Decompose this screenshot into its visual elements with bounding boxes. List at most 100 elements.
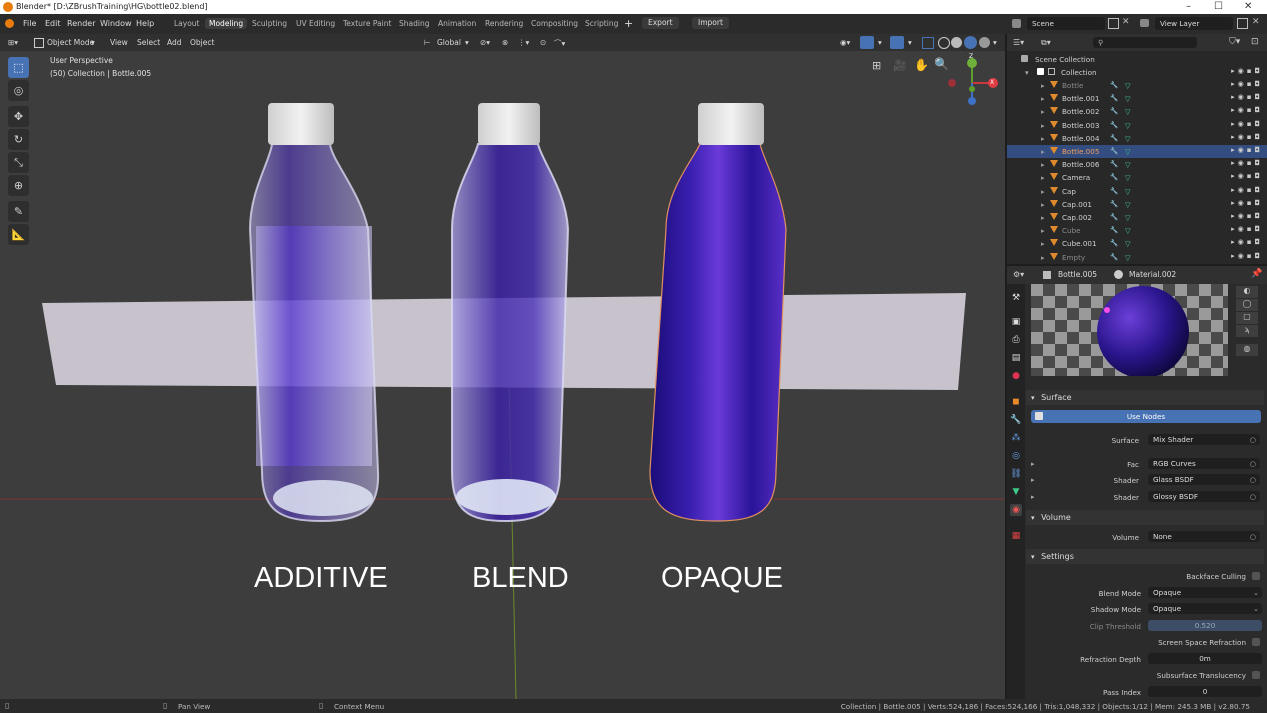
tab-tool-icon[interactable]: ⚒	[1010, 292, 1022, 304]
modifier-icon[interactable]: 🔧	[1110, 213, 1118, 221]
tab-modifier-icon[interactable]: 🔧	[1010, 414, 1022, 426]
outliner-item[interactable]: ▸ Bottle.001 🔧 ▽ ▸◉▪◘	[1007, 92, 1267, 105]
visibility-toggle-icons[interactable]: ▸◉▪◘	[1231, 120, 1263, 128]
tab-particles-icon[interactable]: ⁂	[1010, 432, 1022, 444]
modifier-icon[interactable]: 🔧	[1110, 121, 1118, 129]
tab-physics-icon[interactable]: ◎	[1010, 450, 1022, 462]
mesh-data-icon[interactable]: ▽	[1125, 173, 1131, 182]
expand-item-icon[interactable]: ▸	[1041, 239, 1045, 248]
menu-window[interactable]: Window	[100, 19, 132, 28]
visibility-toggle-icons[interactable]: ▸◉▪◘	[1231, 159, 1263, 167]
display-mode-icon[interactable]: ⧉▾	[1041, 38, 1051, 48]
mode-select[interactable]: Object Mode	[47, 38, 94, 47]
mesh-data-icon[interactable]: ▽	[1125, 107, 1131, 116]
shading-dropdown-icon[interactable]: ▾	[993, 38, 997, 47]
xray-icon[interactable]	[922, 37, 934, 49]
3d-viewport[interactable]: ⬚ ◎ ✥ ↻ ⤡ ⊕ ✎ 📐 User Perspective (50) Co…	[0, 51, 1005, 699]
cursor-tool[interactable]: ◎	[8, 80, 29, 101]
tab-object-icon[interactable]: ◼	[1010, 396, 1022, 408]
menu-add[interactable]: Add	[167, 38, 182, 47]
expand-item-icon[interactable]: ▸	[1041, 147, 1045, 156]
menu-view[interactable]: View	[110, 38, 128, 47]
tab-scripting[interactable]: Scripting	[581, 18, 622, 29]
surface-shader-field[interactable]: Mix Shader ○	[1148, 434, 1260, 445]
tab-texture-paint[interactable]: Texture Paint	[339, 18, 395, 29]
scale-tool[interactable]: ⤡	[8, 152, 29, 173]
outliner-search-input[interactable]: ⚲	[1093, 37, 1197, 48]
outliner-item[interactable]: ▸ Cap.001 🔧 ▽ ▸◉▪◘	[1007, 198, 1267, 211]
visibility-toggle-icons[interactable]: ▸◉▪◘	[1231, 146, 1263, 154]
expand-item-icon[interactable]: ▸	[1041, 173, 1045, 182]
tab-constraints-icon[interactable]: ⛓	[1010, 468, 1022, 480]
wireframe-shading-icon[interactable]	[938, 37, 950, 49]
expand-item-icon[interactable]: ▸	[1041, 134, 1045, 143]
tab-rendering[interactable]: Rendering	[481, 18, 527, 29]
delete-view-layer-icon[interactable]: ✕	[1252, 17, 1260, 27]
menu-object[interactable]: Object	[190, 38, 214, 47]
mesh-data-icon[interactable]: ▽	[1125, 253, 1131, 262]
outliner-item[interactable]: ▸ Cap 🔧 ▽ ▸◉▪◘	[1007, 185, 1267, 198]
ssr-checkbox[interactable]	[1252, 638, 1260, 646]
tab-object-data-icon[interactable]: ▼	[1010, 486, 1022, 498]
mesh-data-icon[interactable]: ▽	[1125, 239, 1131, 248]
backface-culling-checkbox[interactable]	[1252, 572, 1260, 580]
expand-item-icon[interactable]: ▸	[1041, 213, 1045, 222]
properties-editor-icon[interactable]: ⚙▾	[1013, 270, 1024, 279]
modifier-icon[interactable]: 🔧	[1110, 81, 1118, 89]
preview-hair-icon[interactable]: ϡ	[1236, 325, 1258, 337]
modifier-icon[interactable]: 🔧	[1110, 253, 1118, 261]
tab-view-layer-icon[interactable]: ▤	[1010, 352, 1022, 364]
visibility-icon[interactable]: ◉▾	[840, 38, 850, 47]
tab-output-icon[interactable]: ⎙	[1010, 334, 1022, 346]
visibility-toggle-icons[interactable]: ▸◉▪◘	[1231, 106, 1263, 114]
tab-animation[interactable]: Animation	[434, 18, 480, 29]
outliner-item[interactable]: ▸ Cube.001 🔧 ▽ ▸◉▪◘	[1007, 237, 1267, 250]
visibility-toggle-icons[interactable]: ▸◉▪◘	[1231, 252, 1263, 260]
expand-item-icon[interactable]: ▸	[1041, 187, 1045, 196]
transform-orientation-select[interactable]: Global	[437, 38, 461, 47]
preview-sphere-icon[interactable]: ◯	[1236, 299, 1258, 311]
shader2-expand-icon[interactable]: ▸	[1031, 493, 1035, 501]
annotate-tool[interactable]: ✎	[8, 201, 29, 222]
tab-material-icon[interactable]: ◉	[1010, 504, 1022, 516]
tab-modeling[interactable]: Modeling	[205, 18, 248, 29]
outliner-item[interactable]: ▸ Bottle 🔧 ▽ ▸◉▪◘	[1007, 79, 1267, 92]
mode-dropdown-icon[interactable]: ▾	[91, 38, 95, 47]
outliner-item[interactable]: ▸ Cap.002 🔧 ▽ ▸◉▪◘	[1007, 211, 1267, 224]
modifier-icon[interactable]: 🔧	[1110, 226, 1118, 234]
mesh-data-icon[interactable]: ▽	[1125, 213, 1131, 222]
new-view-layer-icon[interactable]	[1237, 18, 1248, 29]
rotate-tool[interactable]: ↻	[8, 129, 29, 150]
outliner-item[interactable]: ▸ Bottle.005 🔧 ▽ ▸◉▪◘	[1007, 145, 1267, 158]
transform-tool[interactable]: ⊕	[8, 175, 29, 196]
expand-collection-icon[interactable]: ▾	[1025, 68, 1029, 77]
pivot-icon[interactable]: ⊘▾	[480, 38, 490, 47]
use-nodes-button[interactable]: Use Nodes	[1031, 410, 1261, 423]
delete-scene-icon[interactable]: ✕	[1122, 17, 1130, 27]
settings-panel-header[interactable]: ▾ Settings	[1026, 549, 1264, 564]
visibility-toggle-icons[interactable]: ▸◉▪◘	[1231, 186, 1263, 194]
outliner-scene-collection[interactable]: Scene Collection	[1007, 53, 1267, 66]
expand-item-icon[interactable]: ▸	[1041, 200, 1045, 209]
modifier-icon[interactable]: 🔧	[1110, 173, 1118, 181]
snap-icon[interactable]: ⊗	[502, 38, 508, 47]
mesh-data-icon[interactable]: ▽	[1125, 226, 1131, 235]
solid-shading-icon[interactable]	[951, 37, 962, 48]
minimize-button[interactable]: –	[1186, 1, 1191, 12]
shadow-mode-select[interactable]: Opaque ⌄	[1148, 603, 1262, 614]
fac-expand-icon[interactable]: ▸	[1031, 460, 1035, 468]
fac-field[interactable]: RGB Curves ○	[1148, 458, 1260, 469]
visibility-toggle-icons[interactable]: ▸◉▪◘	[1231, 93, 1263, 101]
mesh-data-icon[interactable]: ▽	[1125, 160, 1131, 169]
modifier-icon[interactable]: 🔧	[1110, 239, 1118, 247]
outliner-item[interactable]: ▸ Bottle.002 🔧 ▽ ▸◉▪◘	[1007, 105, 1267, 118]
move-tool[interactable]: ✥	[8, 106, 29, 127]
menu-help[interactable]: Help	[136, 19, 154, 28]
visibility-toggle-icons[interactable]: ▸◉▪◘	[1231, 238, 1263, 246]
collection-checkbox[interactable]	[1037, 68, 1044, 75]
mesh-data-icon[interactable]: ▽	[1125, 94, 1131, 103]
volume-field[interactable]: None ○	[1148, 531, 1260, 542]
visibility-toggle-icons[interactable]: ▸◉▪◘	[1231, 199, 1263, 207]
visibility-toggle-icons[interactable]: ▸◉▪◘	[1231, 80, 1263, 88]
rendered-shading-icon[interactable]	[979, 37, 990, 48]
